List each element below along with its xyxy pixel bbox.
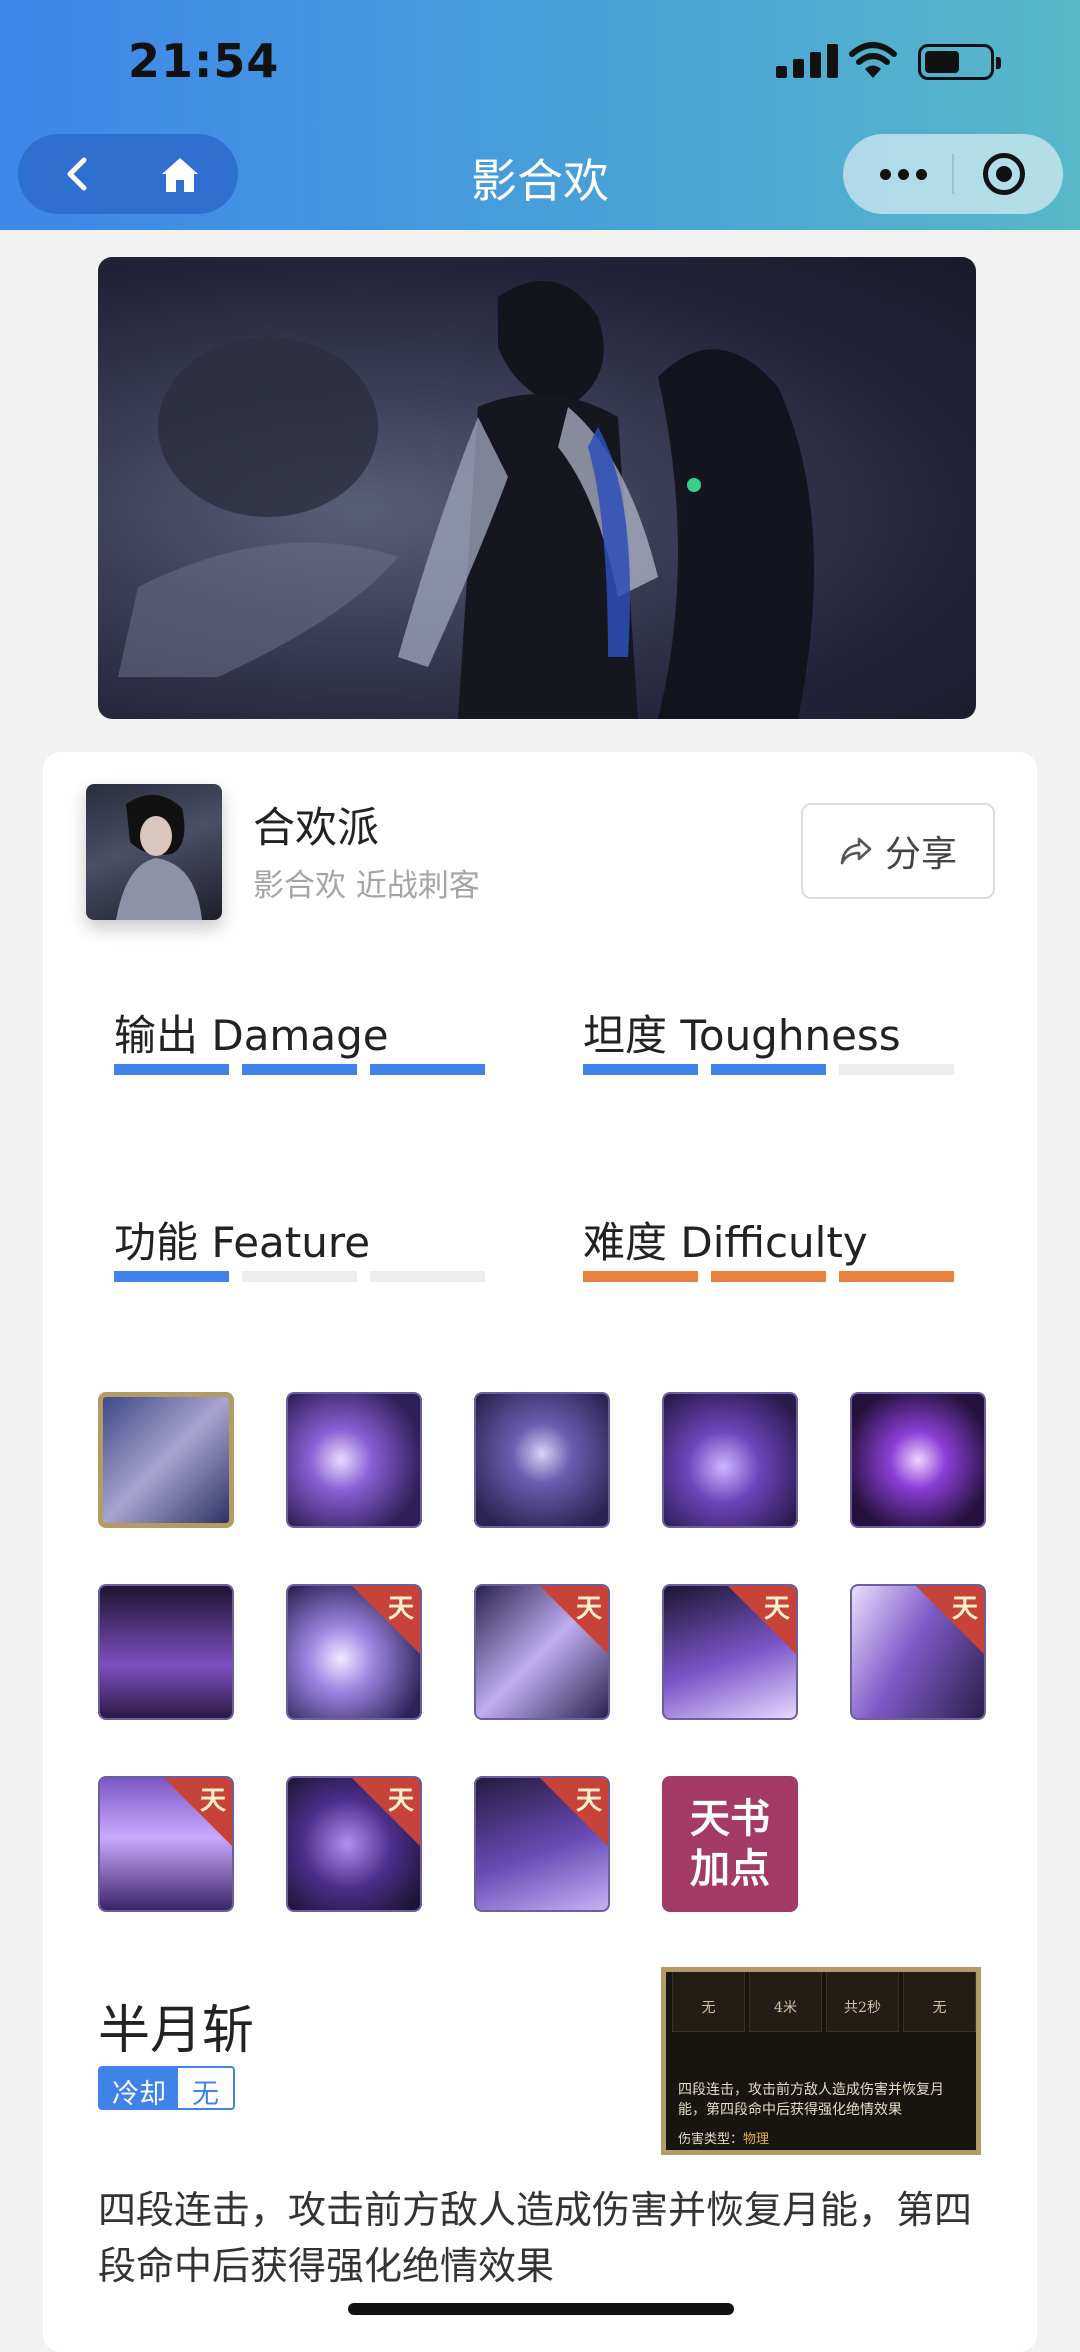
skill-icon-7[interactable]: 天: [286, 1584, 422, 1720]
mini-program-capsule: [843, 134, 1063, 214]
status-time: 21:54: [128, 34, 280, 88]
stat-level-bar: [114, 1271, 485, 1282]
share-button[interactable]: 分享: [801, 803, 995, 899]
tian-badge: 天: [387, 1786, 414, 1816]
stat-segment: [242, 1064, 357, 1075]
stat-level-bar: [583, 1064, 954, 1075]
hero-banner-image: [98, 257, 976, 719]
skill-icon-3[interactable]: [474, 1392, 610, 1528]
skill-icon-11[interactable]: 天: [98, 1776, 234, 1912]
home-indicator: [348, 2303, 734, 2315]
cooldown-key: 冷却: [100, 2068, 178, 2108]
damage-value: 物理: [743, 2132, 770, 2147]
stat-segment: [114, 1271, 229, 1282]
stat-toughness: 坦度 Toughness: [583, 1002, 963, 1075]
preview-damage-type: 伤害类型：物理: [678, 2128, 769, 2147]
cooldown-value: 无: [178, 2068, 233, 2108]
class-info-card: 合欢派 影合欢 近战刺客 分享 输出 Damage 坦度 Toughness 功…: [43, 752, 1037, 2352]
stat-segment: [711, 1064, 826, 1075]
stat-label: 输出 Damage: [114, 1011, 389, 1060]
preview-description: 四段连击，攻击前方敌人造成伤害并恢复月能，第四段命中后获得强化绝情效果: [678, 2082, 944, 2118]
tian-badge: 天: [575, 1786, 602, 1816]
skill-icon-9[interactable]: 天: [662, 1584, 798, 1720]
stat-segment: [583, 1271, 698, 1282]
share-label: 分享: [884, 834, 957, 875]
skill-icon-13[interactable]: 天: [474, 1776, 610, 1912]
banner-artwork: [118, 281, 814, 719]
more-icon[interactable]: [873, 152, 933, 196]
share-icon: [840, 837, 872, 865]
stat-segment: [711, 1271, 826, 1282]
skill-icon-5[interactable]: [850, 1392, 986, 1528]
talent-book-line1: 天书: [690, 1796, 770, 1842]
stat-segment: [839, 1271, 954, 1282]
preview-cell: 共2秒: [826, 1972, 899, 2032]
stat-difficulty: 难度 Difficulty: [583, 1209, 963, 1282]
close-target-icon[interactable]: [983, 153, 1025, 195]
tian-badge: 天: [575, 1594, 602, 1624]
skill-icon-4[interactable]: [662, 1392, 798, 1528]
battery-icon: [918, 44, 1001, 80]
stat-segment: [114, 1064, 229, 1075]
damage-label: 伤害类型：: [678, 2132, 744, 2147]
capsule-divider: [952, 154, 954, 194]
stat-level-bar: [583, 1271, 954, 1282]
stat-segment: [839, 1064, 954, 1075]
stat-feature: 功能 Feature: [114, 1209, 494, 1282]
stat-segment: [370, 1064, 485, 1075]
class-avatar: [86, 784, 222, 920]
preview-cell: 无: [672, 1972, 745, 2032]
stat-level-bar: [114, 1064, 485, 1075]
skill-icon-2[interactable]: [286, 1392, 422, 1528]
stat-segment: [242, 1271, 357, 1282]
skill-preview-image[interactable]: 无 4米 共2秒 无 四段连击，攻击前方敌人造成伤害并恢复月能，第四段命中后获得…: [661, 1967, 981, 2155]
cooldown-tag: 冷却 无: [98, 2066, 235, 2110]
tian-badge: 天: [763, 1594, 790, 1624]
tian-badge: 天: [199, 1786, 226, 1816]
tian-badge: 天: [387, 1594, 414, 1624]
talent-book-line2: 加点: [690, 1846, 770, 1892]
preview-cell: 4米: [749, 1972, 822, 2032]
skill-icon-12[interactable]: 天: [286, 1776, 422, 1912]
wifi-icon: [849, 42, 897, 78]
preview-cell: 无: [903, 1972, 976, 2032]
cellular-signal-icon: [776, 42, 838, 78]
preview-cells: 无 4米 共2秒 无: [672, 1972, 976, 2032]
sect-name: 合欢派: [253, 803, 380, 852]
sect-subtitle: 影合欢 近战刺客: [253, 868, 480, 904]
talent-book-button[interactable]: 天书 加点: [662, 1776, 798, 1912]
stat-label: 坦度 Toughness: [583, 1011, 901, 1060]
stat-segment: [370, 1271, 485, 1282]
skill-description: 四段连击，攻击前方敌人造成伤害并恢复月能，第四段命中后获得强化绝情效果: [98, 2188, 973, 2288]
stat-damage: 输出 Damage: [114, 1002, 494, 1075]
stat-segment: [583, 1064, 698, 1075]
tian-badge: 天: [951, 1594, 978, 1624]
skill-icon-10[interactable]: 天: [850, 1584, 986, 1720]
top-bar: 21:54 影合欢: [0, 0, 1080, 230]
stat-label: 难度 Difficulty: [583, 1218, 868, 1267]
skill-icon-6[interactable]: [98, 1584, 234, 1720]
skill-name: 半月斩: [98, 2001, 255, 2061]
stat-label: 功能 Feature: [114, 1218, 371, 1267]
skill-icon-8[interactable]: 天: [474, 1584, 610, 1720]
skill-icon-1[interactable]: [98, 1392, 234, 1528]
